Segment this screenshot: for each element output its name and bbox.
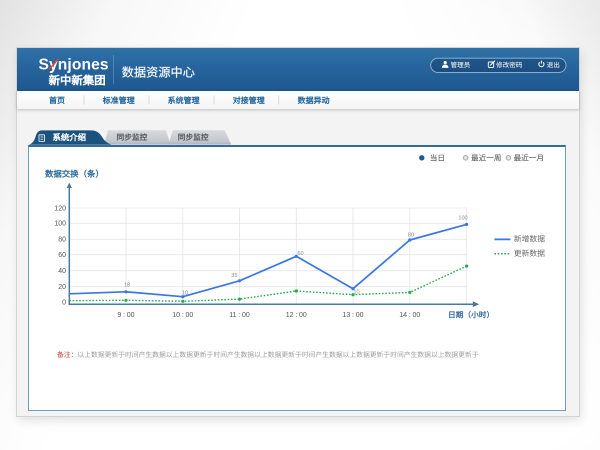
svg-text:120: 120 [54, 205, 66, 212]
svg-text:18: 18 [124, 283, 130, 289]
svg-text:20: 20 [58, 284, 66, 291]
svg-text:100: 100 [458, 215, 467, 221]
svg-text:80: 80 [408, 233, 414, 239]
svg-text:13 : 00: 13 : 00 [342, 312, 363, 319]
svg-text:10 : 00: 10 : 00 [172, 312, 193, 319]
svg-text:35: 35 [231, 273, 237, 279]
svg-text:9 : 00: 9 : 00 [117, 312, 134, 319]
svg-text:10: 10 [353, 289, 359, 295]
svg-text:40: 40 [58, 268, 66, 275]
svg-text:12 : 00: 12 : 00 [286, 312, 307, 319]
svg-text:10: 10 [182, 291, 188, 297]
svg-text:80: 80 [58, 237, 66, 244]
svg-text:11 : 00: 11 : 00 [229, 312, 250, 319]
svg-text:Synjones: Synjones [39, 56, 109, 73]
svg-text:100: 100 [54, 221, 66, 228]
svg-text:60: 60 [297, 251, 303, 257]
svg-text:0: 0 [62, 299, 66, 306]
svg-text:14 : 00: 14 : 00 [399, 312, 420, 319]
svg-text:60: 60 [58, 252, 66, 259]
